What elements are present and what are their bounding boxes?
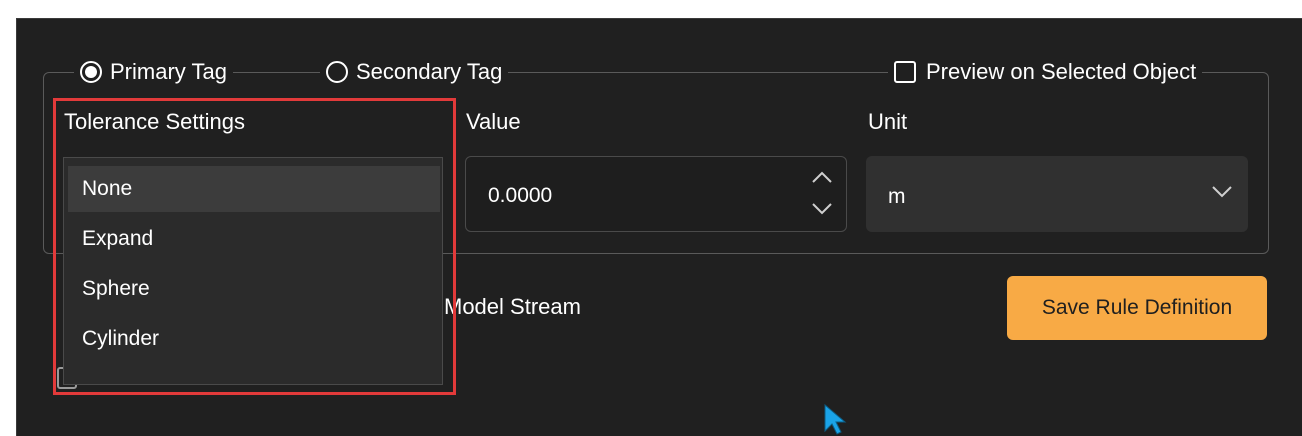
unit-combobox-value: m	[888, 185, 906, 208]
secondary-tag-label: Secondary Tag	[356, 59, 503, 84]
chevron-down-icon[interactable]	[810, 199, 834, 217]
preview-label: Preview on Selected Object	[926, 59, 1197, 84]
unit-label: Unit	[868, 109, 908, 134]
chevron-down-icon	[1212, 186, 1232, 198]
primary-tag-radio[interactable]: Primary Tag	[74, 56, 233, 88]
preview-checkbox[interactable]: Preview on Selected Object	[888, 56, 1203, 88]
value-label: Value	[466, 109, 521, 134]
secondary-tag-radio[interactable]: Secondary Tag	[320, 56, 509, 88]
radio-unchecked-icon	[326, 61, 348, 83]
value-spinner-value: 0.0000	[488, 184, 553, 207]
annotation-highlight-box	[53, 98, 456, 395]
cursor-icon	[824, 403, 847, 435]
primary-tag-label: Primary Tag	[110, 59, 227, 84]
value-spinner[interactable]: 0.0000	[465, 156, 847, 232]
chevron-up-icon[interactable]	[810, 169, 834, 187]
checkbox-icon	[894, 61, 916, 83]
model-stream-label: Model Stream	[444, 294, 581, 319]
radio-checked-icon	[80, 61, 102, 83]
save-rule-definition-button[interactable]: Save Rule Definition	[1007, 276, 1267, 340]
unit-combobox[interactable]: m	[866, 156, 1248, 232]
